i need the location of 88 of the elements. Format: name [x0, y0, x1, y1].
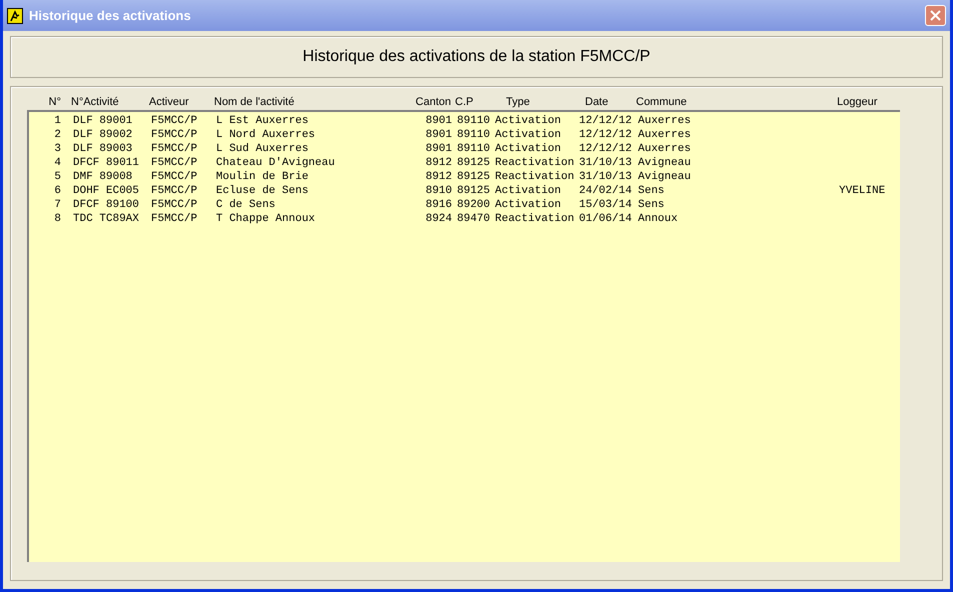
table-cell-text: Reactivation	[495, 170, 576, 184]
column-header: Date	[584, 95, 610, 110]
table-cell-text: Ecluse de Sens	[216, 184, 310, 198]
close-button[interactable]	[925, 5, 946, 26]
table-cell-text: 7	[53, 198, 62, 212]
table-cell-text: 5	[53, 170, 62, 184]
table-cell-text: Activation	[495, 184, 562, 198]
column-header: Canton	[414, 95, 452, 110]
column-header: Nom de l'activité	[214, 95, 296, 110]
column-header: N°Activité	[71, 95, 120, 110]
table-cell-text: 31/10/13	[579, 156, 633, 170]
table-cell-text: 24/02/14	[579, 184, 633, 198]
table-cell-text: L Sud Auxerres	[216, 142, 310, 156]
table-cell-text: F5MCC/P	[151, 114, 198, 128]
table-cell-text: YVELINE	[839, 184, 886, 198]
table-cell-text: Reactivation	[495, 156, 576, 170]
column-header: N°	[48, 95, 62, 110]
table-cell-text: DOHF EC005	[73, 184, 140, 198]
column-header: Commune	[636, 95, 688, 110]
column-header: Loggeur	[837, 95, 878, 110]
table-cell-text: 8912	[424, 156, 453, 170]
table-cell-text: DMF 89008	[73, 170, 134, 184]
table-cell-text: F5MCC/P	[151, 198, 198, 212]
table-cell-text: Activation	[495, 198, 562, 212]
table-cell-text: Activation	[495, 142, 562, 156]
column-header: Type	[505, 95, 531, 110]
table-cell-text: Activation	[495, 114, 562, 128]
table-cell-text: 3	[53, 142, 62, 156]
page-heading: Historique des activations de la station F5MCC/P	[302, 47, 650, 67]
table-cell-text: Auxerres	[638, 128, 692, 142]
table-cell-text: 4	[53, 156, 62, 170]
table-cell-text: 89110	[457, 128, 492, 142]
table-cell-text: DFCF 89011	[73, 156, 140, 170]
table-cell-text: Reactivation	[495, 212, 576, 226]
table-cell-text: 89470	[457, 212, 492, 226]
table-cell-text: 31/10/13	[579, 170, 633, 184]
table-cell-text: TDC TC89AX	[73, 212, 140, 226]
table-cell-text: 8901	[424, 128, 453, 142]
table-cell-text: DLF 89003	[73, 142, 134, 156]
table-cell-text: 01/06/14	[579, 212, 633, 226]
table-cell-text: DLF 89001	[73, 114, 134, 128]
table-cell-text: 8924	[424, 212, 453, 226]
table-cell-text: L Nord Auxerres	[216, 128, 316, 142]
table-cell-text: 15/03/14	[579, 198, 633, 212]
table-cell-text: F5MCC/P	[151, 212, 198, 226]
table-cell-text: Moulin de Brie	[216, 170, 310, 184]
table-cell-text: C de Sens	[216, 198, 276, 212]
table-cell-text: Activation	[495, 128, 562, 142]
table-cell-text: F5MCC/P	[151, 170, 198, 184]
table-cell-text: 8916	[424, 198, 453, 212]
table-cell-text: 8	[53, 212, 62, 226]
table-cell-text: Sens	[638, 184, 666, 198]
app-icon	[7, 8, 23, 24]
column-header: C.P	[455, 95, 474, 110]
table-cell-text: T Chappe Annoux	[216, 212, 316, 226]
table-cell-text: 12/12/12	[579, 114, 633, 128]
table-cell-text: 12/12/12	[579, 128, 633, 142]
table-cell-text: Auxerres	[638, 142, 692, 156]
table-cell-text: Auxerres	[638, 114, 692, 128]
table-cell-text: 8901	[424, 114, 453, 128]
table-cell-text: 89110	[457, 114, 492, 128]
table-cell-text: 89110	[457, 142, 492, 156]
table-cell-text: 2	[53, 128, 62, 142]
column-header: Activeur	[149, 95, 190, 110]
table-cell-text: 6	[53, 184, 62, 198]
table-cell-text: 8901	[424, 142, 453, 156]
table-cell-text: Avigneau	[638, 156, 692, 170]
window-title: Historique des activations	[29, 6, 192, 25]
table-cell-text: L Est Auxerres	[216, 114, 310, 128]
table-cell-text: 12/12/12	[579, 142, 633, 156]
table-cell-text: 8912	[424, 170, 453, 184]
table-cell-text: F5MCC/P	[151, 128, 198, 142]
table-cell-text: 1	[53, 114, 62, 128]
table-cell-text: Sens	[638, 198, 666, 212]
table-cell-text: 89200	[457, 198, 492, 212]
close-icon	[930, 10, 941, 21]
table-cell-text: Chateau D'Avigneau	[216, 156, 336, 170]
table-cell-text: 89125	[457, 170, 492, 184]
table-cell-text: F5MCC/P	[151, 156, 198, 170]
table-cell-text: 89125	[457, 184, 492, 198]
table-cell-text: F5MCC/P	[151, 142, 198, 156]
table-cell-text: DLF 89002	[73, 128, 134, 142]
table-cell-text: F5MCC/P	[151, 184, 198, 198]
table-cell-text: Annoux	[638, 212, 679, 226]
table-cell-text: DFCF 89100	[73, 198, 140, 212]
table-cell-text: Avigneau	[638, 170, 692, 184]
table-cell-text: 89125	[457, 156, 492, 170]
table-cell-text: 8910	[424, 184, 453, 198]
